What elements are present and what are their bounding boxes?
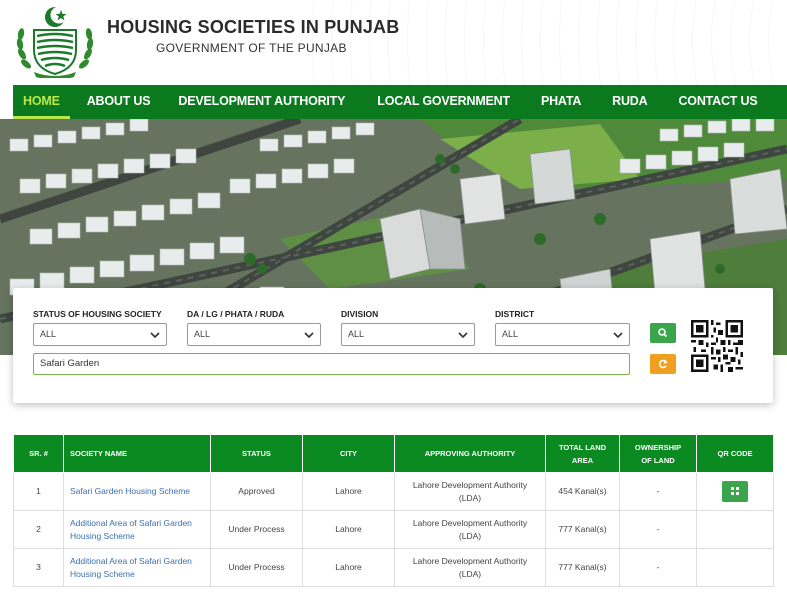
authority-filter-label: DA / LG / PHATA / RUDA <box>187 309 285 319</box>
header-background-pattern <box>300 0 787 85</box>
cell-status: Approved <box>210 472 303 511</box>
societies-table: SR. # SOCIETY NAME STATUS CITY APPROVING… <box>13 434 774 587</box>
search-icon <box>658 328 668 338</box>
cell-qr <box>696 548 774 587</box>
cell-status: Under Process <box>210 548 303 587</box>
nav-contact-us[interactable]: CONTACT US <box>668 85 767 119</box>
punjab-government-logo[interactable] <box>12 4 98 78</box>
page-title: HOUSING SOCIETIES IN PUNJAB <box>107 17 400 37</box>
cell-area: 777 Kanal(s) <box>545 510 620 549</box>
society-name-link[interactable]: Safari Garden Housing Scheme <box>63 472 211 511</box>
col-header-city: CITY <box>302 434 395 473</box>
col-header-status: STATUS <box>210 434 303 473</box>
cell-ownership: - <box>619 548 697 587</box>
authority-select[interactable]: ALL <box>187 323 321 346</box>
qr-code-icon <box>731 487 739 495</box>
nav-home[interactable]: HOME <box>13 85 70 119</box>
col-header-sr: SR. # <box>13 434 64 473</box>
cell-city: Lahore <box>302 472 395 511</box>
division-select-value: ALL <box>348 329 365 339</box>
status-select-value: ALL <box>40 329 57 339</box>
cell-ownership: - <box>619 510 697 549</box>
cell-ownership: - <box>619 472 697 511</box>
chevron-down-icon <box>613 332 623 339</box>
society-name-link[interactable]: Additional Area of Safari Garden Housing … <box>63 510 211 549</box>
table-row: 1 Safari Garden Housing Scheme Approved … <box>13 472 774 511</box>
table-header-row: SR. # SOCIETY NAME STATUS CITY APPROVING… <box>13 434 774 473</box>
nav-local-government[interactable]: LOCAL GOVERNMENT <box>367 85 520 119</box>
main-navigation: HOME ABOUT US DEVELOPMENT AUTHORITY LOCA… <box>13 85 787 119</box>
cell-authority: Lahore Development Authority (LDA) <box>394 472 546 511</box>
search-button[interactable] <box>650 323 676 343</box>
cell-qr <box>696 510 774 549</box>
refresh-icon <box>658 359 668 369</box>
nav-development-authority[interactable]: DEVELOPMENT AUTHORITY <box>168 85 355 119</box>
col-header-society-name: SOCIETY NAME <box>63 434 211 473</box>
cell-sr: 1 <box>13 472 64 511</box>
status-filter-label: STATUS OF HOUSING SOCIETY <box>33 309 162 319</box>
chevron-down-icon <box>304 332 314 339</box>
cell-sr: 3 <box>13 548 64 587</box>
nav-ruda[interactable]: RUDA <box>602 85 657 119</box>
society-search-input[interactable]: Safari Garden <box>33 353 630 375</box>
qr-code-icon[interactable] <box>691 320 743 372</box>
nav-phata[interactable]: PHATA <box>531 85 591 119</box>
col-header-ownership: OWNERSHIP OF LAND <box>619 434 697 473</box>
cell-authority: Lahore Development Authority (LDA) <box>394 548 546 587</box>
site-header: HOUSING SOCIETIES IN PUNJAB GOVERNMENT O… <box>0 0 787 85</box>
cell-city: Lahore <box>302 548 395 587</box>
col-header-qr-code: QR CODE <box>696 434 774 473</box>
col-header-total-land-area: TOTAL LAND AREA <box>545 434 620 473</box>
cell-qr <box>696 472 774 511</box>
district-select[interactable]: ALL <box>495 323 630 346</box>
cell-status: Under Process <box>210 510 303 549</box>
search-filter-panel: STATUS OF HOUSING SOCIETY DA / LG / PHAT… <box>13 288 773 403</box>
col-header-approving-authority: APPROVING AUTHORITY <box>394 434 546 473</box>
division-filter-label: DIVISION <box>341 309 379 319</box>
cell-city: Lahore <box>302 510 395 549</box>
chevron-down-icon <box>150 332 160 339</box>
district-select-value: ALL <box>502 329 519 339</box>
society-name-link[interactable]: Additional Area of Safari Garden Housing … <box>63 548 211 587</box>
cell-area: 777 Kanal(s) <box>545 548 620 587</box>
authority-select-value: ALL <box>194 329 211 339</box>
cell-authority: Lahore Development Authority (LDA) <box>394 510 546 549</box>
status-select[interactable]: ALL <box>33 323 167 346</box>
page-subtitle: GOVERNMENT OF THE PUNJAB <box>156 41 347 55</box>
cell-area: 454 Kanal(s) <box>545 472 620 511</box>
cell-sr: 2 <box>13 510 64 549</box>
chevron-down-icon <box>458 332 468 339</box>
table-row: 2 Additional Area of Safari Garden Housin… <box>13 510 774 549</box>
qr-code-button[interactable] <box>722 481 748 502</box>
division-select[interactable]: ALL <box>341 323 475 346</box>
district-filter-label: DISTRICT <box>495 309 535 319</box>
nav-about-us[interactable]: ABOUT US <box>77 85 161 119</box>
reset-button[interactable] <box>650 354 676 374</box>
table-row: 3 Additional Area of Safari Garden Housin… <box>13 548 774 587</box>
